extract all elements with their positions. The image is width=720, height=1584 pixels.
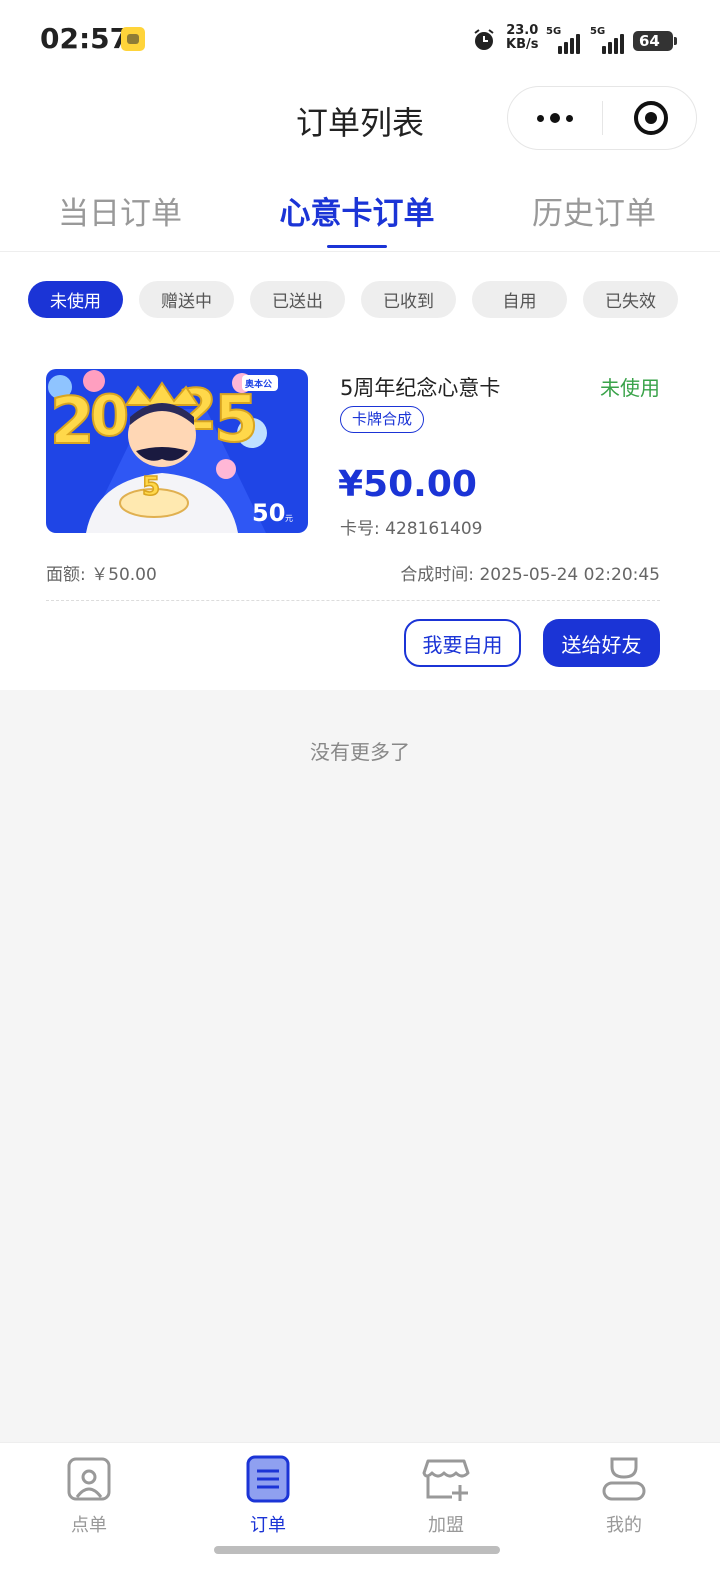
nav-item-menu[interactable]: 点单 — [29, 1455, 149, 1537]
nav-item-orders[interactable]: 订单 — [208, 1455, 328, 1537]
nav-label-profile: 我的 — [606, 1515, 642, 1536]
status-bar: 02:57 23.0 KB/s 5G 5G 64 — [0, 0, 720, 80]
alarm-icon — [474, 29, 494, 50]
svg-text:元: 元 — [285, 514, 293, 523]
capsule-divider — [602, 101, 603, 135]
svg-text:2: 2 — [50, 385, 95, 459]
use-myself-button[interactable]: 我要自用 — [404, 619, 521, 667]
card-price: ¥50.00 — [338, 464, 477, 505]
nav-label-franchise: 加盟 — [428, 1515, 464, 1536]
filter-sent[interactable]: 已送出 — [250, 281, 345, 318]
signal-2-icon: 5G — [590, 26, 630, 54]
svg-text:奥本公: 奥本公 — [244, 378, 272, 390]
gift-to-friend-button[interactable]: 送给好友 — [543, 619, 660, 667]
order-tabs: 当日订单 心意卡订单 历史订单 — [0, 168, 720, 252]
card-divider — [46, 600, 660, 601]
miniprogram-capsule — [507, 86, 697, 150]
bottom-navigation: 点单 订单 加盟 我的 — [0, 1442, 720, 1584]
menu-icon — [67, 1457, 111, 1501]
franchise-store-icon — [422, 1459, 470, 1501]
filter-unused[interactable]: 未使用 — [28, 281, 123, 318]
list-end-text: 没有更多了 — [310, 740, 410, 764]
filter-gifting[interactable]: 赠送中 — [139, 281, 234, 318]
card-face-value: 面额: ￥50.00 — [46, 565, 157, 585]
svg-text:5: 5 — [142, 472, 160, 502]
gift-card-artwork: 2 0 2 5 5 奥本公 50 元 — [46, 369, 308, 533]
card-status-badge: 未使用 — [600, 376, 660, 400]
svg-text:50: 50 — [252, 499, 285, 527]
notification-app-icon — [121, 27, 145, 51]
home-indicator[interactable] — [214, 1546, 500, 1554]
more-options-button[interactable] — [508, 87, 602, 149]
gift-card-image[interactable]: 2 0 2 5 5 奥本公 50 元 — [46, 369, 308, 533]
filter-received[interactable]: 已收到 — [361, 281, 456, 318]
close-miniprogram-icon[interactable] — [634, 101, 668, 135]
tab-gift-card-orders[interactable]: 心意卡订单 — [237, 188, 477, 233]
nav-item-franchise[interactable]: 加盟 — [386, 1455, 506, 1537]
card-source-tag: 卡牌合成 — [340, 406, 425, 433]
status-time: 02:57 — [40, 22, 130, 55]
signal-1-icon: 5G — [546, 26, 586, 54]
status-filter-chips: 未使用 赠送中 已送出 已收到 自用 已失效 — [28, 281, 692, 318]
card-title: 5周年纪念心意卡 — [340, 376, 501, 400]
svg-text:5: 5 — [214, 383, 259, 457]
profile-icon — [602, 1457, 646, 1501]
battery-icon: 64 — [633, 31, 677, 51]
filter-expired[interactable]: 已失效 — [583, 281, 678, 318]
nav-label-orders: 订单 — [250, 1515, 286, 1536]
net-speed: 23.0 KB/s — [506, 24, 538, 52]
order-icon — [246, 1455, 290, 1503]
nav-label-menu: 点单 — [71, 1515, 107, 1536]
tab-today-orders[interactable]: 当日订单 — [0, 188, 240, 233]
filter-self-use[interactable]: 自用 — [472, 281, 567, 318]
tab-history-orders[interactable]: 历史订单 — [474, 188, 714, 233]
nav-item-profile[interactable]: 我的 — [564, 1455, 684, 1537]
card-compose-time: 合成时间: 2025-05-24 02:20:45 — [400, 565, 660, 585]
net-speed-value: 23.0 — [506, 23, 539, 38]
title-bar: 订单列表 — [0, 84, 720, 154]
svg-text:0: 0 — [90, 384, 129, 449]
net-speed-unit: KB/s — [506, 37, 539, 52]
card-number: 卡号: 428161409 — [340, 519, 483, 539]
active-tab-indicator — [327, 245, 387, 248]
